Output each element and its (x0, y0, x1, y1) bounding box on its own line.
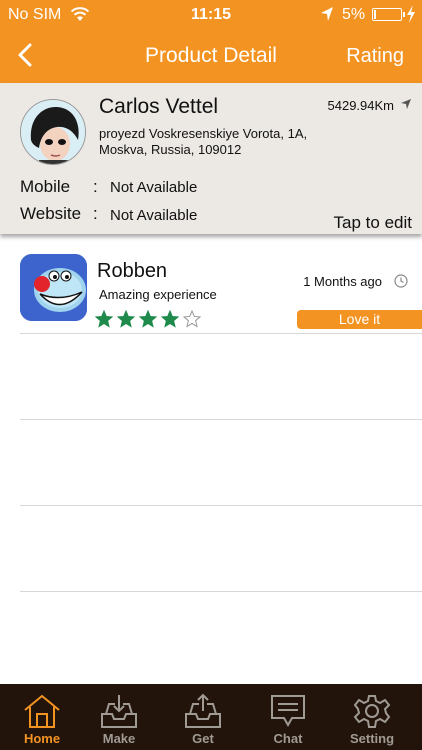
star-filled-icon (117, 310, 135, 328)
tab-make[interactable]: Make (77, 684, 161, 750)
tab-label: Make (102, 731, 136, 746)
gear-icon (353, 695, 391, 728)
profile-card: Carlos Vettel 5429.94Km proyezd Voskrese… (0, 83, 422, 234)
divider (20, 419, 422, 420)
status-bar: No SIM 11:15 5% (0, 0, 422, 30)
review-time: 1 Months ago (303, 274, 382, 289)
star-filled-icon (95, 310, 113, 328)
location-arrow-icon (321, 7, 333, 21)
tap-to-edit-button[interactable]: Tap to edit (334, 213, 412, 233)
charging-bolt-icon (407, 5, 415, 23)
battery-icon (372, 8, 405, 21)
star-filled-icon (161, 310, 179, 328)
star-empty-icon (183, 310, 201, 328)
mobile-label: Mobile (20, 177, 71, 196)
tab-label: Chat (273, 731, 303, 746)
battery-percent: 5% (342, 6, 366, 23)
review-text: Amazing experience (99, 287, 217, 302)
chat-icon (271, 695, 305, 728)
upload-icon (185, 693, 221, 728)
tab-chat[interactable]: Chat (246, 684, 330, 750)
clock-icon (394, 274, 408, 288)
list-item[interactable]: Robben Amazing experience 1 Months ago L… (0, 240, 422, 334)
top-bar: No SIM 11:15 5% Product Detail Rating (0, 0, 422, 83)
home-icon (24, 694, 60, 728)
avatar-illustration (21, 100, 85, 164)
profile-address: proyezd Voskresenskiye Vorota, 1A, Moskv… (99, 126, 308, 157)
star-rating (95, 310, 201, 328)
profile-name: Carlos Vettel (99, 95, 219, 118)
mobile-separator: : (93, 177, 98, 196)
cartoon-character-illustration (20, 254, 87, 321)
reviewer-name: Robben (97, 260, 168, 282)
review-thumbnail (20, 254, 87, 321)
tab-label: Get (192, 731, 214, 746)
tab-home[interactable]: Home (0, 684, 84, 750)
mobile-value: Not Available (110, 179, 198, 196)
distance-label: 5429.94Km (327, 98, 395, 113)
love-it-badge: Love it (297, 310, 422, 329)
website-separator: : (93, 204, 98, 223)
website-label: Website (20, 204, 82, 223)
star-filled-icon (139, 310, 157, 328)
tab-get[interactable]: Get (161, 684, 245, 750)
avatar (20, 99, 86, 165)
divider (20, 333, 422, 334)
tab-label: Home (23, 731, 61, 746)
tab-label: Setting (349, 731, 395, 746)
website-value: Not Available (110, 207, 198, 224)
rating-button[interactable]: Rating (346, 45, 404, 68)
tab-setting[interactable]: Setting (330, 684, 414, 750)
location-arrow-icon (401, 99, 411, 109)
tab-bar: Home Make Get Chat Setting (0, 684, 422, 750)
divider (20, 505, 422, 506)
divider (20, 591, 422, 592)
inbox-icon (101, 695, 137, 728)
